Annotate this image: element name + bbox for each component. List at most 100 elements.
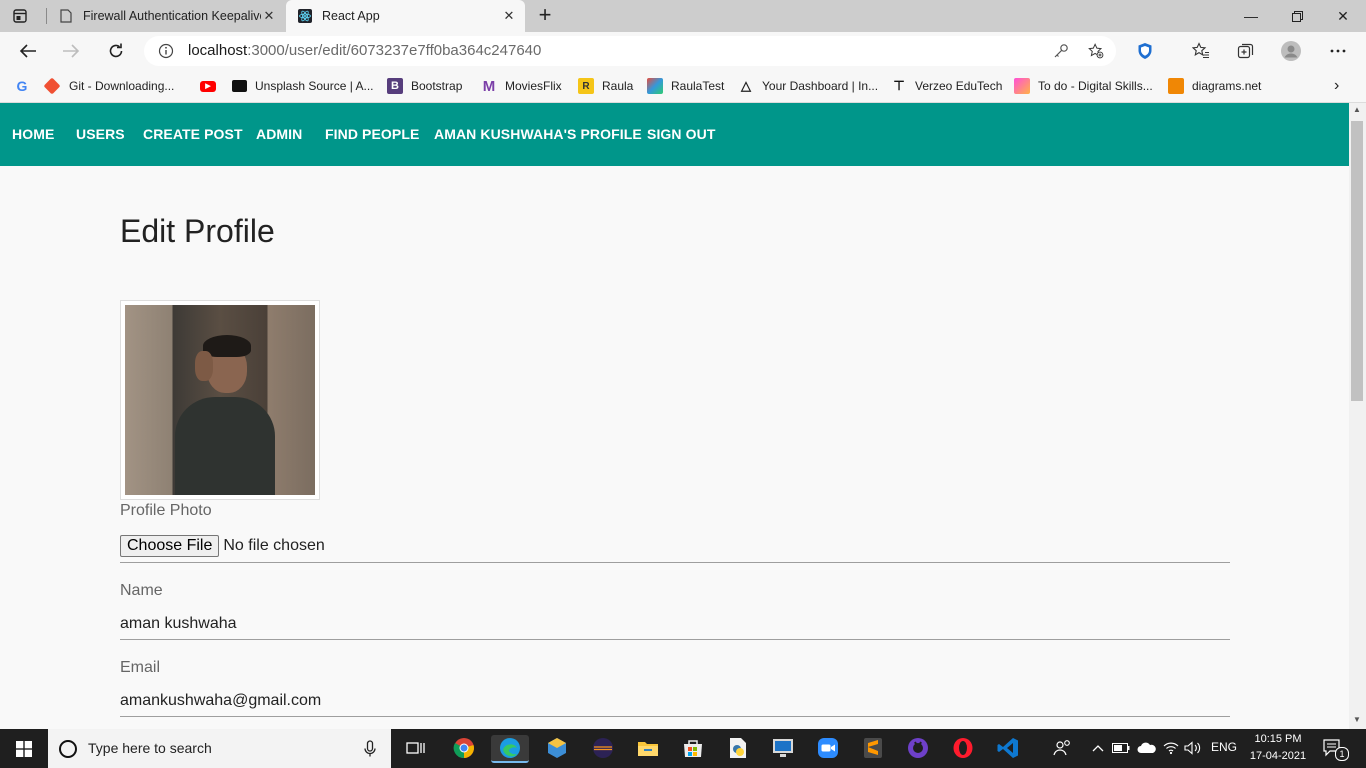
bookmarks-overflow-chevron-icon[interactable]: › [1334, 77, 1339, 95]
react-icon [298, 9, 312, 23]
restore-icon[interactable] [1274, 0, 1320, 32]
scroll-thumb[interactable] [1351, 121, 1363, 401]
tab-firewall[interactable]: Firewall Authentication Keepalive ✕ [47, 0, 285, 32]
git-icon [43, 77, 61, 95]
bookmark-verzeo[interactable]: ⊤ Verzeo EduTech [891, 77, 1002, 95]
bookmark-unsplash[interactable]: Unsplash Source | A... [232, 77, 374, 95]
page-icon [59, 9, 73, 23]
add-favorite-icon[interactable] [1088, 43, 1104, 59]
vscode-icon[interactable] [995, 735, 1021, 761]
collections-icon[interactable] [1236, 41, 1256, 61]
box-app-icon[interactable] [544, 735, 570, 761]
volume-icon[interactable] [1183, 735, 1203, 761]
zoom-icon[interactable] [815, 735, 841, 761]
site-info-icon[interactable] [158, 43, 174, 59]
profile-avatar-icon[interactable] [1281, 41, 1301, 61]
scroll-down-icon[interactable]: ▼ [1353, 715, 1361, 724]
bookmark-moviesflix[interactable]: M MoviesFlix [481, 77, 562, 95]
chrome-icon[interactable] [451, 735, 477, 761]
nav-users[interactable]: USERS [76, 126, 125, 142]
bookmark-label: Raula [602, 79, 634, 93]
bookmark-raulatest[interactable]: RaulaTest [647, 77, 724, 95]
tab-title: React App [322, 9, 380, 23]
name-underline [120, 639, 1230, 640]
google-icon: G [16, 78, 28, 94]
tab-actions-icon[interactable] [11, 7, 29, 25]
task-view-icon[interactable] [403, 735, 429, 761]
eclipse-icon[interactable] [590, 735, 616, 761]
photo-hand [195, 351, 213, 381]
choose-file-button[interactable]: Choose File [120, 535, 220, 557]
search-placeholder: Type here to search [88, 740, 212, 756]
refresh-icon[interactable] [104, 39, 128, 63]
language-indicator[interactable]: ENG [1211, 740, 1237, 754]
more-options-icon[interactable] [1328, 41, 1348, 61]
taskbar-search[interactable]: Type here to search [48, 729, 391, 768]
close-tab-icon[interactable]: ✕ [261, 8, 277, 24]
wifi-icon[interactable] [1161, 735, 1181, 761]
remote-desktop-icon[interactable] [770, 735, 796, 761]
bookmark-git[interactable]: Git - Downloading... [43, 77, 175, 95]
nav-profile[interactable]: AMAN KUSHWAHA'S PROFILE [434, 126, 642, 142]
bookmark-diagrams[interactable]: diagrams.net [1168, 77, 1261, 95]
python-file-icon[interactable] [725, 735, 751, 761]
github-desktop-icon[interactable] [905, 735, 931, 761]
bookmark-raula[interactable]: R Raula [578, 77, 633, 95]
tab-title: Firewall Authentication Keepalive [83, 9, 261, 23]
page-scrollbar[interactable]: ▲ ▼ [1349, 103, 1366, 729]
shield-extension-icon[interactable] [1135, 41, 1155, 61]
bootstrap-icon: B [387, 78, 403, 94]
diagrams-icon [1168, 78, 1184, 94]
onedrive-icon[interactable] [1136, 735, 1158, 761]
bookmarks-bar: G Git - Downloading... ▶ Unsplash Source… [0, 70, 1366, 103]
nav-sign-out[interactable]: SIGN OUT [647, 126, 715, 142]
file-status-text: No file chosen [223, 537, 325, 554]
scroll-up-icon[interactable]: ▲ [1353, 105, 1361, 114]
tab-react-app[interactable]: React App ✕ [286, 0, 525, 32]
clock-time: 10:15 PM [1254, 733, 1302, 745]
favorites-icon[interactable] [1191, 41, 1211, 61]
new-tab-button[interactable]: + [533, 4, 557, 28]
bookmark-google[interactable]: G [14, 77, 38, 95]
minimize-icon[interactable]: — [1228, 0, 1274, 32]
email-field[interactable] [120, 692, 1230, 710]
opera-icon[interactable] [950, 735, 976, 761]
forward-icon[interactable] [59, 39, 83, 63]
clock-date: 17-04-2021 [1249, 750, 1307, 762]
tray-chevron-up-icon[interactable] [1088, 735, 1108, 761]
battery-icon[interactable] [1111, 735, 1131, 761]
store-icon[interactable] [680, 735, 706, 761]
back-icon[interactable] [16, 39, 40, 63]
key-icon[interactable] [1053, 43, 1069, 59]
bookmark-youtube[interactable]: ▶ [200, 77, 224, 95]
nav-admin[interactable]: ADMIN [256, 126, 302, 142]
notifications-icon[interactable]: 1 [1320, 735, 1349, 761]
nav-find-people[interactable]: FIND PEOPLE [325, 126, 419, 142]
microphone-icon[interactable] [364, 740, 376, 763]
dashboard-icon: △ [741, 78, 751, 93]
people-icon[interactable] [1050, 735, 1076, 761]
raula-icon: R [578, 78, 594, 94]
sublime-icon[interactable] [860, 735, 886, 761]
raulatest-icon [647, 78, 663, 94]
url-text[interactable]: localhost:3000/user/edit/6073237e7ff0ba3… [188, 42, 541, 59]
name-field[interactable] [120, 615, 1230, 633]
email-underline [120, 716, 1230, 717]
windows-start-icon[interactable] [0, 729, 48, 768]
bookmark-label: Git - Downloading... [69, 79, 175, 93]
email-label: Email [120, 659, 161, 676]
taskbar-clock[interactable]: 10:15 PM 17-04-2021 [1244, 731, 1312, 765]
name-label: Name [120, 582, 163, 599]
profile-photo-label: Profile Photo [120, 502, 212, 519]
nav-create-post[interactable]: CREATE POST [143, 126, 243, 142]
close-window-icon[interactable]: ✕ [1320, 0, 1366, 32]
nav-home[interactable]: HOME [12, 126, 54, 142]
bookmark-bootstrap[interactable]: B Bootstrap [387, 77, 462, 95]
address-bar[interactable]: localhost:3000/user/edit/6073237e7ff0ba3… [144, 36, 1116, 66]
close-tab-icon[interactable]: ✕ [501, 8, 517, 24]
file-explorer-icon[interactable] [635, 735, 661, 761]
bookmark-dashboard[interactable]: △ Your Dashboard | In... [738, 77, 878, 95]
bookmark-todo[interactable]: To do - Digital Skills... [1014, 77, 1153, 95]
bookmark-label: diagrams.net [1192, 79, 1262, 93]
edge-icon[interactable] [491, 735, 529, 763]
